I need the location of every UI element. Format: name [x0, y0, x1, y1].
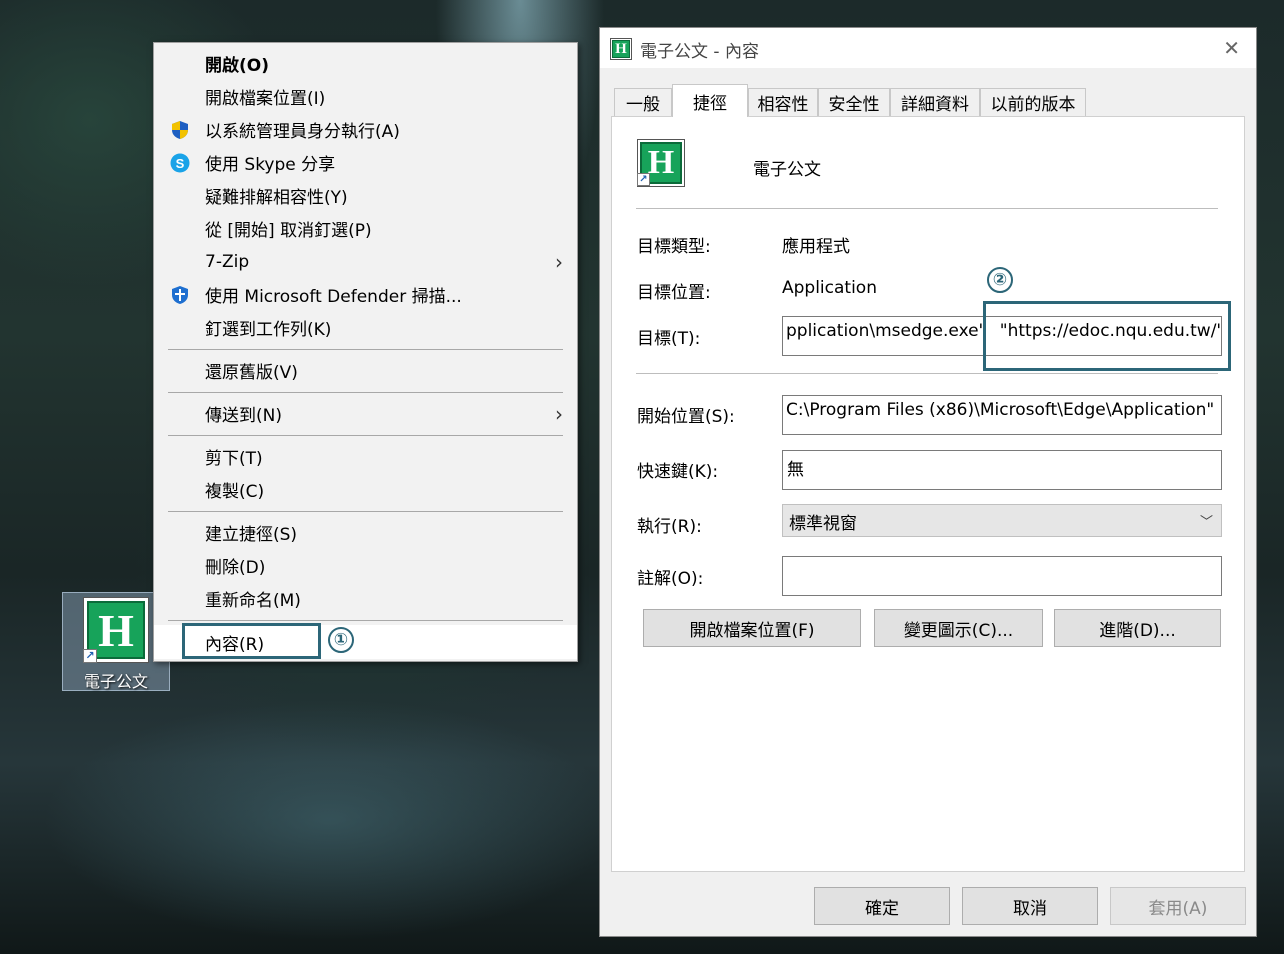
svg-text:S: S [176, 156, 185, 171]
tab-details[interactable]: 詳細資料 [890, 88, 980, 116]
apply-button[interactable]: 套用(A) [1110, 887, 1246, 925]
shortcut-name: 電子公文 [753, 160, 821, 180]
menu-item-run-as-admin[interactable]: 以系統管理員身分執行(A) [154, 113, 577, 146]
menu-item-open[interactable]: 開啟(O) [154, 47, 577, 80]
menu-separator [168, 620, 563, 621]
advanced-button[interactable]: 進階(D)... [1054, 609, 1221, 647]
menu-item-send-to[interactable]: 傳送到(N) › [154, 397, 577, 430]
shortcut-arrow-icon: ↗ [637, 173, 650, 186]
menu-item-7zip[interactable]: 7-Zip › [154, 245, 577, 278]
menu-item-unpin-start[interactable]: 從 [開始] 取消釘選(P) [154, 212, 577, 245]
close-icon[interactable]: ✕ [1223, 36, 1240, 60]
menu-item-delete[interactable]: 刪除(D) [154, 549, 577, 582]
start-in-label: 開始位置(S): [637, 407, 735, 427]
annotation-step2-badge: ② [987, 267, 1013, 293]
menu-item-copy[interactable]: 複製(C) [154, 473, 577, 506]
context-menu: 開啟(O) 開啟檔案位置(I) 以系統管理員身分執行(A) S 使用 Skype… [153, 42, 578, 662]
tab-compatibility[interactable]: 相容性 [748, 88, 818, 116]
annotation-box-step2 [983, 301, 1231, 371]
target-type-value: 應用程式 [782, 237, 850, 257]
submenu-arrow-icon: › [555, 249, 563, 274]
target-value-left: pplication\msedge.exe" [786, 321, 987, 341]
shortcut-key-input[interactable]: 無 [782, 450, 1222, 490]
menu-separator [168, 392, 563, 393]
title-bar: H 電子公文 - 內容 ✕ [600, 28, 1256, 68]
menu-item-cut[interactable]: 剪下(T) [154, 440, 577, 473]
comment-label: 註解(O): [637, 569, 704, 589]
skype-icon: S [170, 153, 190, 172]
start-in-input[interactable]: C:\Program Files (x86)\Microsoft\Edge\Ap… [782, 395, 1222, 435]
menu-item-rename[interactable]: 重新命名(M) [154, 582, 577, 615]
shortcut-arrow-icon: ↗ [83, 649, 97, 663]
run-select[interactable]: 標準視窗 ﹀ [782, 504, 1222, 537]
target-location-value: Application [782, 278, 877, 298]
defender-shield-icon [172, 285, 188, 304]
app-logo-icon: H [610, 38, 632, 60]
run-label: 執行(R): [637, 517, 702, 537]
menu-separator [168, 349, 563, 350]
target-label: 目標(T): [637, 329, 701, 349]
menu-item-defender-scan[interactable]: 使用 Microsoft Defender 掃描... [154, 278, 577, 311]
tab-security[interactable]: 安全性 [818, 88, 890, 116]
menu-separator [168, 511, 563, 512]
menu-item-restore-previous[interactable]: 還原舊版(V) [154, 354, 577, 387]
annotation-step1-badge: ① [328, 627, 354, 653]
ok-button[interactable]: 確定 [814, 887, 950, 925]
chevron-down-icon: ﹀ [1199, 515, 1213, 530]
menu-separator [168, 435, 563, 436]
comment-input[interactable] [782, 556, 1222, 596]
target-type-label: 目標類型: [637, 237, 711, 257]
desktop-icon-label: 電子公文 [83, 672, 148, 691]
divider [636, 208, 1218, 209]
dialog-title: 電子公文 - 內容 [640, 42, 759, 62]
submenu-arrow-icon: › [555, 401, 563, 426]
menu-item-troubleshoot[interactable]: 疑難排解相容性(Y) [154, 179, 577, 212]
shortcut-key-label: 快速鍵(K): [637, 462, 719, 482]
change-icon-button[interactable]: 變更圖示(C)... [874, 609, 1043, 647]
run-select-value: 標準視窗 [789, 514, 857, 534]
menu-item-pin-taskbar[interactable]: 釘選到工作列(K) [154, 311, 577, 344]
divider [636, 373, 1218, 374]
cancel-button[interactable]: 取消 [962, 887, 1098, 925]
tab-shortcut[interactable]: 捷徑 [672, 84, 748, 117]
annotation-box-step1 [182, 623, 321, 659]
menu-item-skype-share[interactable]: S 使用 Skype 分享 [154, 146, 577, 179]
tab-previous-versions[interactable]: 以前的版本 [980, 88, 1086, 116]
open-file-location-button[interactable]: 開啟檔案位置(F) [643, 609, 861, 647]
menu-item-create-shortcut[interactable]: 建立捷徑(S) [154, 516, 577, 549]
uac-shield-icon [172, 120, 188, 139]
target-location-label: 目標位置: [637, 283, 711, 303]
tab-general[interactable]: 一般 [614, 88, 672, 116]
menu-item-open-file-location[interactable]: 開啟檔案位置(I) [154, 80, 577, 113]
shortcut-tab-panel: H ↗ 電子公文 目標類型: 應用程式 目標位置: Application 目標… [611, 116, 1245, 872]
properties-dialog: H 電子公文 - 內容 ✕ 一般 捷徑 相容性 安全性 詳細資料 以前的版本 H… [599, 27, 1257, 937]
